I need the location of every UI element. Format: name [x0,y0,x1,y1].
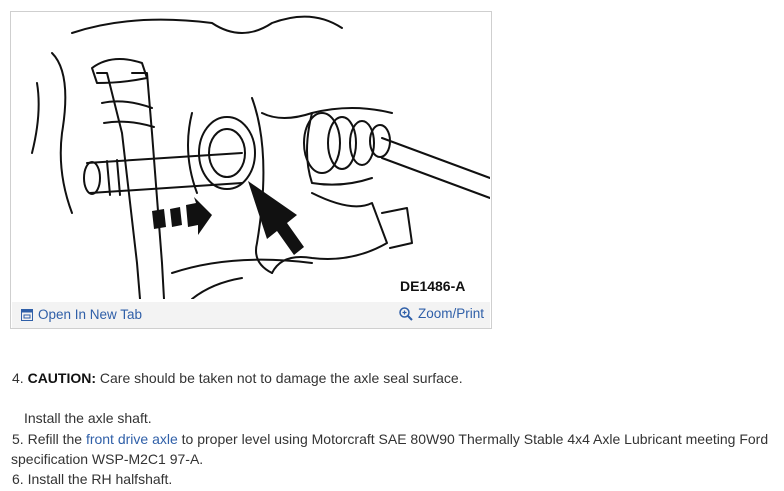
figure-toolbar: Open In New Tab Zoom/Print [12,302,490,328]
axle-shaft-illustration[interactable]: DE1486-A [12,13,490,299]
caution-label: CAUTION: [27,370,97,386]
step-subtext: Install the axle shaft. [24,410,152,426]
front-drive-axle-link[interactable]: front drive axle [86,431,178,447]
zoom-print-label: Zoom/Print [417,306,484,321]
zoom-print-link[interactable]: Zoom/Print [399,306,484,321]
open-in-new-tab-label: Open In New Tab [38,307,143,322]
figure-card: DE1486-A Open In New Tab Zoom/Print [10,11,492,329]
step-number: 6. [12,471,24,487]
open-new-tab-icon [21,308,33,321]
step-number: 5. [12,431,24,447]
step-text-before: Refill the [27,431,83,447]
step-6: 6. Install the RH halfshaft. [12,469,172,489]
step-4-subtext: Install the axle shaft. [24,408,152,428]
step-text-line2: specification WSP-M2C1 97-A. [11,451,204,467]
step-text: Care should be taken not to damage the a… [99,370,463,386]
step-text-after: to proper level using Motorcraft SAE 80W… [181,431,769,447]
open-in-new-tab-link[interactable]: Open In New Tab [21,307,142,322]
step-number: 4. [12,370,24,386]
step-4: 4. CAUTION: Care should be taken not to … [12,368,463,388]
step-5-line2: specification WSP-M2C1 97-A. [11,449,203,469]
step-text: Install the RH halfshaft. [27,471,173,487]
step-5: 5. Refill the front drive axle to proper… [12,429,768,449]
figure-label: DE1486-A [400,278,466,294]
zoom-icon [399,306,413,321]
